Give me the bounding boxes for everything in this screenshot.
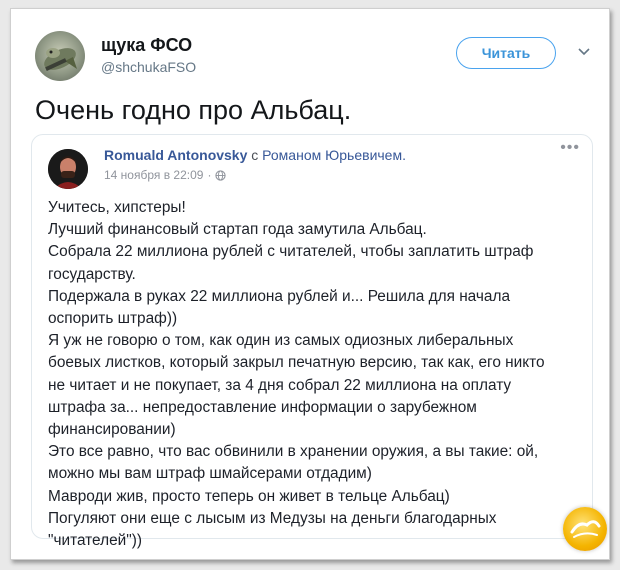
embed-body: Учитесь, хипстеры! Лучший финансовый ста… xyxy=(48,197,588,552)
body-line: Учитесь, хипстеры! xyxy=(48,199,186,216)
body-line: оспорить штраф)) xyxy=(48,310,178,328)
body-line: Лучший финансовый стартап года замутила … xyxy=(48,221,427,239)
body-line: не читает и не покупает, за 4 дня собрал… xyxy=(48,376,512,394)
watermark-logo xyxy=(563,507,607,551)
body-line: государству. xyxy=(48,265,136,283)
body-line: финансировании) xyxy=(48,421,176,439)
globe-icon xyxy=(215,169,227,181)
body-line: "читателей")) xyxy=(48,532,142,550)
embed-timestamp[interactable]: 14 ноября в 22:09 xyxy=(104,168,203,182)
body-line: боевых листков, который закрыл печатную … xyxy=(48,354,545,372)
embed-with-word: с xyxy=(251,147,259,163)
tweet-card: щука ФСО @shchukaFSO Читать Очень годно … xyxy=(10,8,610,560)
embed-header: Romuald Antonovsky с Романом Юрьевичем. xyxy=(104,147,406,163)
embed-author-name[interactable]: Romuald Antonovsky xyxy=(104,147,247,163)
tweet-text: Очень годно про Альбац. xyxy=(35,95,352,125)
body-line: Это все равно, что вас обвинили в хранен… xyxy=(48,443,539,461)
person-image xyxy=(48,149,88,189)
embedded-facebook-post[interactable]: Romuald Antonovsky с Романом Юрьевичем. … xyxy=(31,134,593,549)
body-line: штрафа за... непредоставление информации… xyxy=(48,398,477,416)
watermark-icon xyxy=(570,520,601,538)
embed-separator: · xyxy=(207,168,212,182)
embed-tagged-name[interactable]: Романом Юрьевичем. xyxy=(262,147,406,163)
author-handle[interactable]: @shchukaFSO xyxy=(101,59,196,75)
body-line: Подержала в руках 22 миллиона рублей и..… xyxy=(48,287,511,305)
body-line: Погуляют они еще с лысым из Медузы на де… xyxy=(48,509,497,527)
more-icon[interactable]: ••• xyxy=(560,139,580,157)
body-line: Собрала 22 миллиона рублей с читателей, … xyxy=(48,243,534,261)
follow-button[interactable]: Читать xyxy=(456,37,556,69)
avatar[interactable] xyxy=(35,31,85,81)
author-name[interactable]: щука ФСО xyxy=(101,35,192,56)
pike-avatar-image xyxy=(44,48,77,72)
body-line: Мавроди жив, просто теперь он живет в те… xyxy=(48,487,450,505)
chevron-down-icon[interactable] xyxy=(577,47,591,57)
embed-meta: 14 ноября в 22:09 · xyxy=(104,168,227,182)
body-line: Я уж не говорю о том, как один из самых … xyxy=(48,332,514,350)
embed-author-avatar[interactable] xyxy=(48,149,88,189)
body-line: можно мы вам штраф шмайсерами отдадим) xyxy=(48,465,372,483)
